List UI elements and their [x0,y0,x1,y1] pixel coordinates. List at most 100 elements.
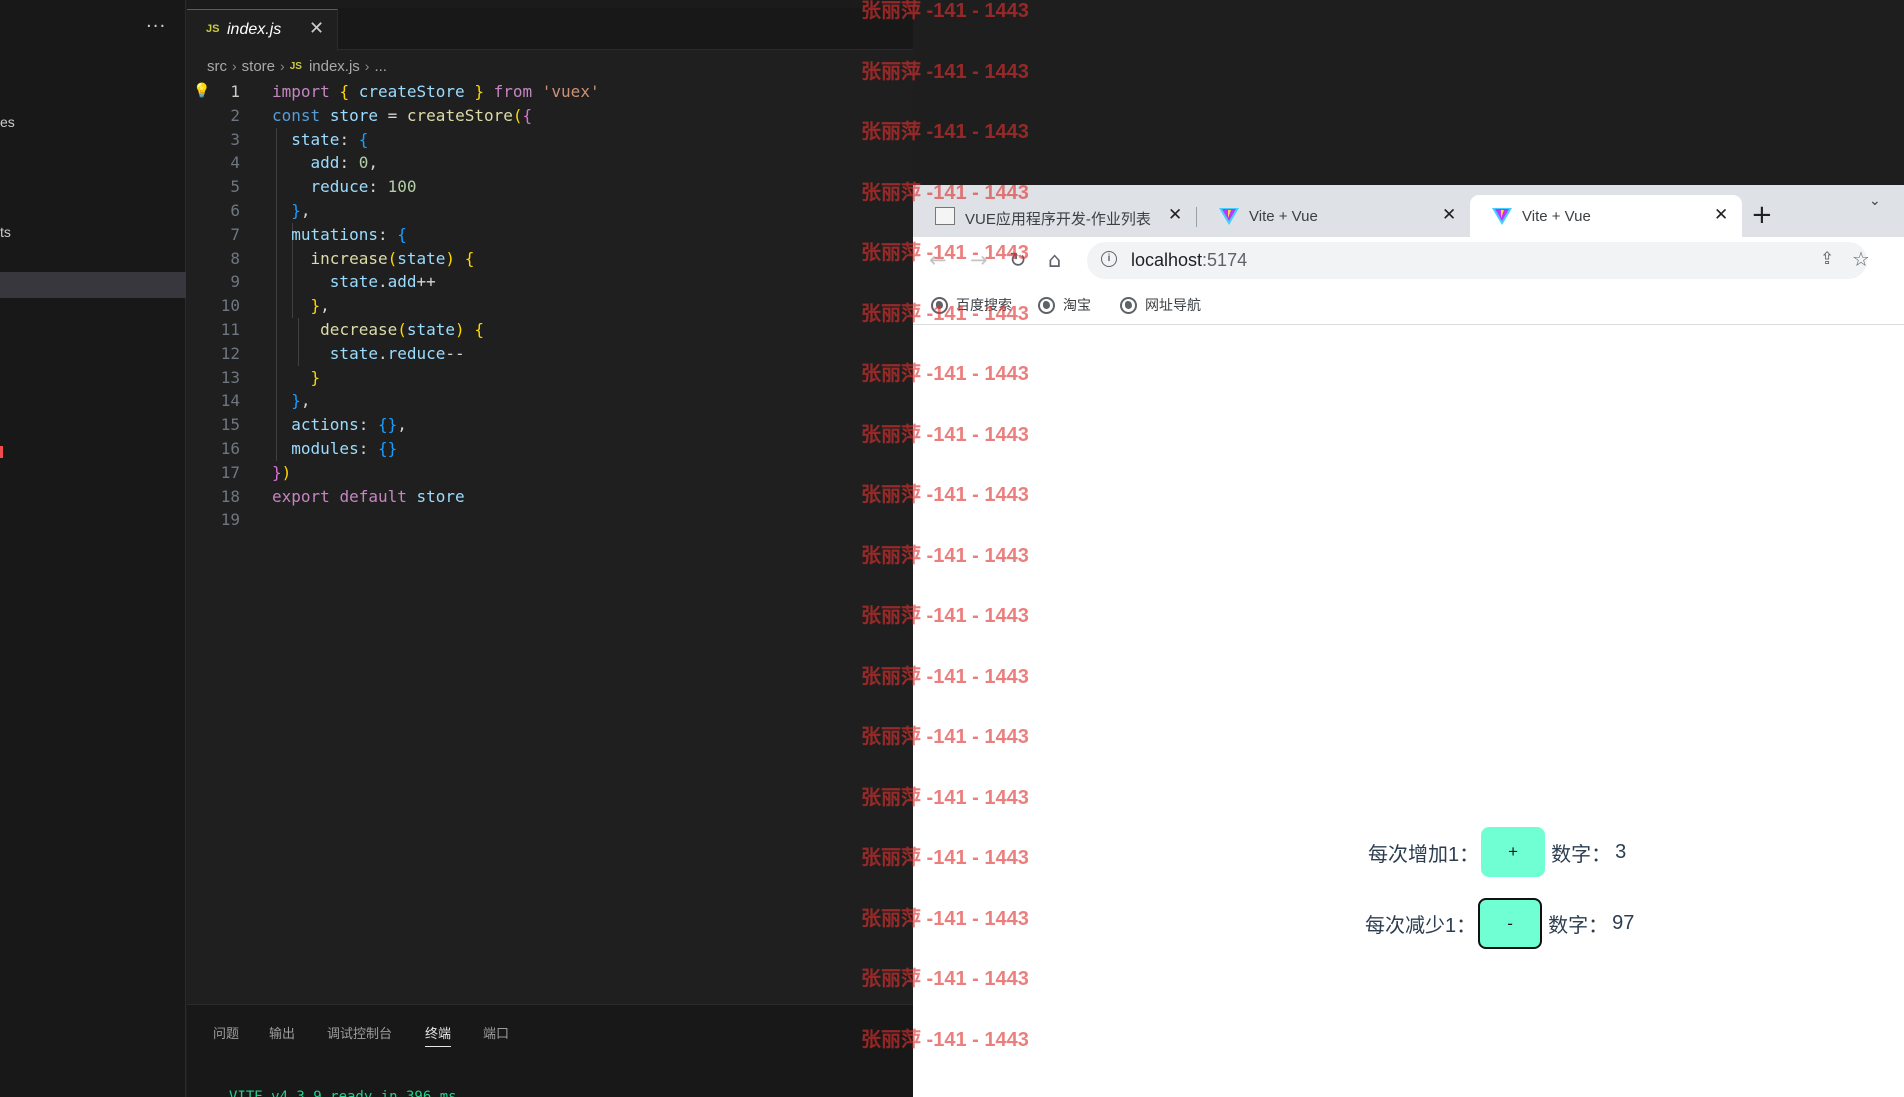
back-arrow-icon[interactable]: ← [929,248,947,272]
more-actions-icon[interactable]: ··· [146,16,166,37]
token: {} [377,415,398,435]
code-line: 10 }, [187,294,913,318]
token: add [387,272,417,292]
token: } [291,200,301,220]
token: , [300,200,311,220]
token: 100 [387,177,417,197]
breadcrumb-file[interactable]: index.js [309,58,360,75]
title-strip [187,0,913,8]
line-number: 5 [230,177,240,197]
token: default [339,486,407,506]
browser-tab-vite-1[interactable]: Vite + Vue ✕ [1197,195,1469,237]
bottom-panel: 问题 输出 调试控制台 终端 端口 VITE v4.3.9 ready in 3… [187,1004,913,1097]
token: ( [387,248,398,268]
chevron-down-icon[interactable]: ⌄ [1869,193,1881,209]
home-icon[interactable]: ⌂ [1048,248,1061,272]
forward-arrow-icon[interactable]: → [970,248,988,272]
token: state [397,248,446,268]
panel-tab-ports[interactable]: 端口 [483,1023,509,1042]
close-icon[interactable]: ✕ [1168,205,1182,225]
code-line: 2 const store = createStore({ [187,104,913,128]
add-count-value: 3 [1615,840,1627,863]
line-number: 10 [220,296,240,316]
browser-tab-homework[interactable]: VUE应用程序开发-作业列表 ✕ [913,195,1191,237]
decrease-label: 每次减少1： [1365,915,1477,937]
token: modules [291,438,359,458]
token: import [272,82,330,101]
token: decrease [320,319,398,339]
new-tab-icon[interactable]: + [1751,200,1773,230]
tab-label: index.js [227,21,282,38]
line-number: 8 [230,248,240,268]
token: { [474,319,484,339]
token: {} [377,438,398,458]
bookmarks-bar: 百度搜索 淘宝 网址导航 [913,287,1904,325]
address-bar[interactable]: i localhost:5174 ⇪ ☆ [1087,242,1870,279]
token: ( [512,105,523,125]
bookmark-label: 网址导航 [1145,297,1201,313]
token: export [272,486,330,506]
code-line: 11 decrease(state) { [187,318,913,342]
terminal-output: VITE v4.3.9 ready in 396 ms [229,1089,457,1097]
share-icon[interactable]: ⇪ [1820,249,1834,269]
token: ( [397,319,407,339]
chevron-right-icon: › [364,58,370,74]
panel-tab-output[interactable]: 输出 [269,1023,295,1042]
bookmark-nav[interactable]: 网址导航 [1120,295,1201,315]
code-line: 4 add: 0, [187,151,913,175]
code-line: 12 state.reduce-- [187,342,913,366]
token: } [272,462,282,482]
browser-tab-vite-active[interactable]: Vite + Vue ✕ [1470,195,1742,237]
explorer-sidebar: ··· es ts [0,0,186,1097]
token: increase [310,248,388,268]
token: } [310,367,321,387]
reload-icon[interactable]: ↻ [1009,248,1027,272]
tab-index-js[interactable]: JS index.js ✕ [187,9,338,51]
token: = [387,105,398,125]
sidebar-selected-item[interactable] [0,272,186,298]
address-url[interactable]: localhost:5174 [1131,250,1247,271]
bookmark-star-icon[interactable]: ☆ [1852,247,1870,271]
browser-window: VUE应用程序开发-作业列表 ✕ Vite + Vue ✕ Vite + Vue… [913,185,1904,1097]
bookmark-label: 淘宝 [1063,297,1091,313]
panel-tab-problems[interactable]: 问题 [213,1023,239,1042]
token: state [291,129,340,149]
decrease-button[interactable]: - [1478,898,1543,949]
token: . [377,272,388,292]
token: : [368,177,378,197]
site-info-icon[interactable]: i [1101,251,1117,267]
url-port: :5174 [1202,250,1248,270]
line-number: 9 [230,272,240,292]
breadcrumb-symbol[interactable]: ... [374,58,387,75]
close-icon[interactable]: ✕ [309,18,324,39]
reduce-count-value: 97 [1612,912,1635,934]
code-line: 13 } [187,366,913,390]
code-line: 5 reduce: 100 [187,175,913,199]
bookmark-taobao[interactable]: 淘宝 [1038,295,1091,315]
token: . [377,343,388,363]
bookmark-baidu[interactable]: 百度搜索 [931,295,1012,315]
line-number: 3 [230,129,240,149]
chevron-right-icon: › [232,58,237,74]
sidebar-label-fragment[interactable]: ts [0,224,11,240]
count-label: 数字： [1551,843,1612,866]
code-line: 9 state.add++ [187,270,913,294]
sidebar-label-fragment[interactable]: es [0,114,15,130]
code-area[interactable]: 💡 1 import { createStore } from 'vuex' 2 co… [187,80,913,532]
line-number: 4 [230,153,240,173]
breadcrumb-src[interactable]: src [207,58,227,75]
token: ) [445,248,456,268]
panel-tab-terminal[interactable]: 终端 [425,1023,452,1047]
token: store [416,486,465,506]
token: { [339,82,350,101]
javascript-file-icon: JS [289,60,302,72]
close-icon[interactable]: ✕ [1714,205,1728,225]
panel-tab-debug-console[interactable]: 调试控制台 [327,1023,392,1042]
close-icon[interactable]: ✕ [1442,205,1456,225]
code-editor: JS index.js ✕ src › store › JS index.js … [187,0,913,1097]
token: : [358,438,369,458]
token: reduce [310,177,369,197]
breadcrumb-store[interactable]: store [242,58,275,75]
code-line: 💡 1 import { createStore } from 'vuex' [187,80,913,104]
increase-button[interactable]: + [1481,827,1546,877]
